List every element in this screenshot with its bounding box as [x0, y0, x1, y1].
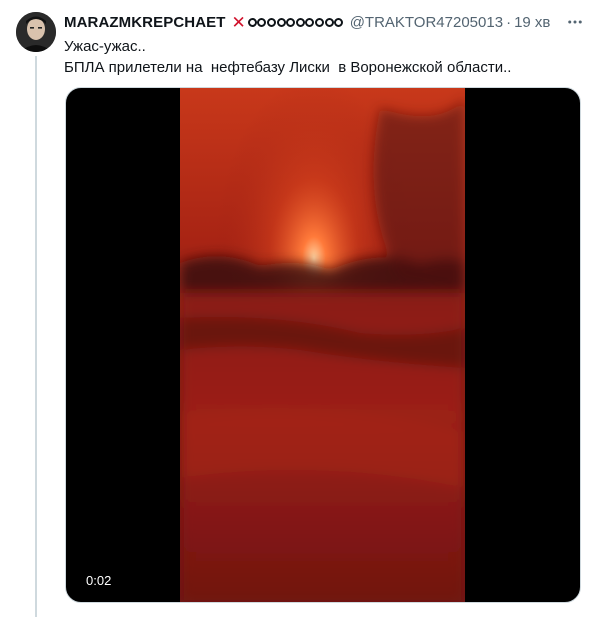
- tweet-timestamp[interactable]: 19 хв: [514, 14, 550, 31]
- tweet-text: Ужас-ужас.. БПЛА прилетели на нефтебазу …: [64, 36, 569, 78]
- tweet-text-line: БПЛА прилетели на нефтебазу Лиски в Воро…: [64, 59, 512, 76]
- video-duration: 0:02: [86, 573, 112, 588]
- thread-connector-line: [35, 56, 37, 617]
- tweet-text-line: Ужас-ужас..: [64, 38, 146, 55]
- avatar[interactable]: [16, 12, 56, 52]
- author-name[interactable]: MARAZMKREPCHAET: [64, 14, 226, 31]
- tweet-header: MARAZMKREPCHAET ✕ @TRAKTOR47205013 · 19 …: [64, 12, 583, 32]
- video-frame: [180, 88, 465, 602]
- author-handle[interactable]: @TRAKTOR47205013: [350, 14, 503, 31]
- header-separator: ·: [506, 13, 512, 31]
- ring-chain-icon: [247, 17, 344, 27]
- video-player[interactable]: 0:02: [65, 87, 581, 603]
- red-cross-icon: ✕: [231, 12, 246, 32]
- more-options-icon[interactable]: [565, 12, 585, 32]
